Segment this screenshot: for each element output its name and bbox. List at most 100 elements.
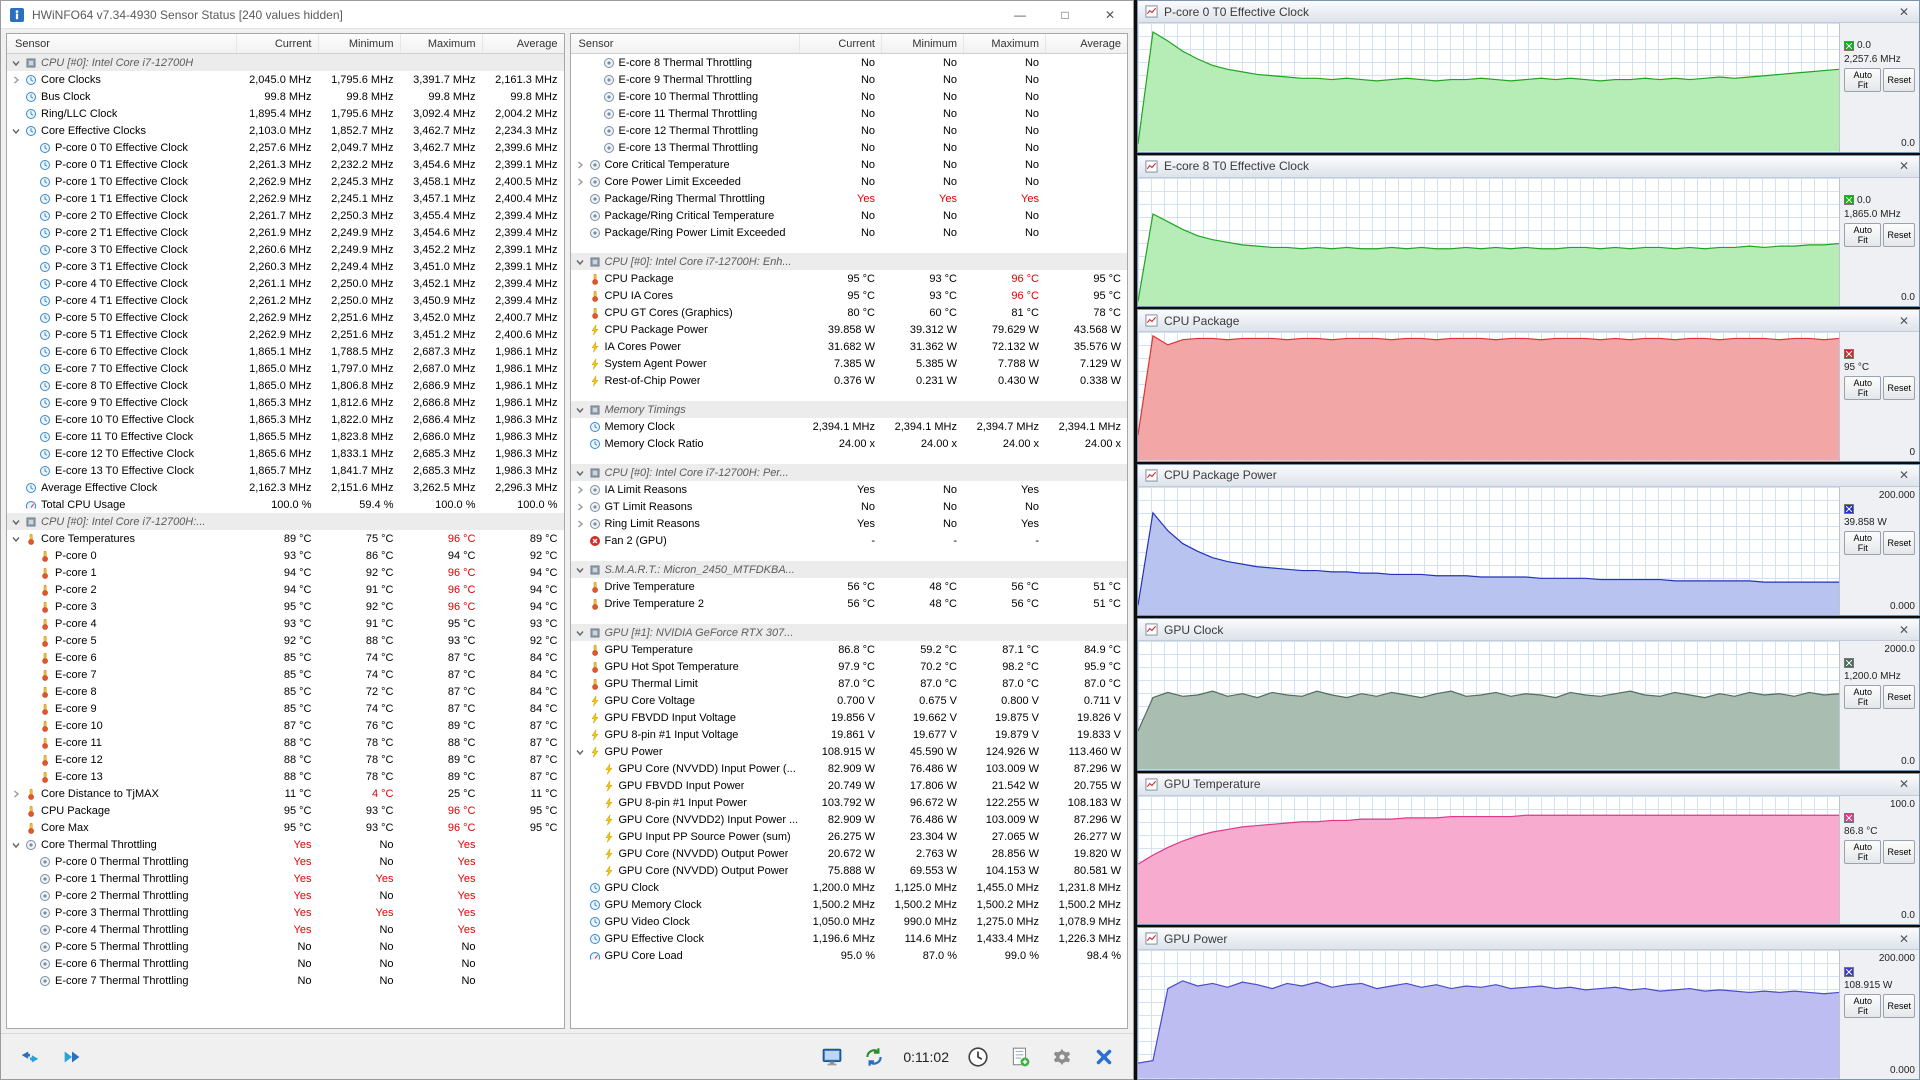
- table-row[interactable]: Package/Ring Thermal ThrottlingYesYesYes: [571, 190, 1128, 207]
- table-row[interactable]: CPU Package95 °C93 °C96 °C95 °C: [571, 270, 1128, 287]
- table-row[interactable]: GPU Hot Spot Temperature97.9 °C70.2 °C98…: [571, 658, 1128, 675]
- column-header-maximum[interactable]: Maximum: [400, 34, 482, 53]
- table-row[interactable]: P-core 3 T0 Effective Clock2,260.6 MHz2,…: [7, 241, 564, 258]
- table-row[interactable]: P-core 2 Thermal ThrottlingYesNoYes: [7, 887, 564, 904]
- table-row[interactable]: E-core 9 T0 Effective Clock1,865.3 MHz1,…: [7, 394, 564, 411]
- series-swatch-checkbox[interactable]: [1844, 658, 1854, 668]
- table-row[interactable]: P-core 1 T1 Effective Clock2,262.9 MHz2,…: [7, 190, 564, 207]
- auto-fit-button[interactable]: Auto Fit: [1844, 685, 1881, 709]
- expand-icon[interactable]: [575, 177, 586, 187]
- auto-fit-button[interactable]: Auto Fit: [1844, 531, 1881, 555]
- column-header-minimum[interactable]: Minimum: [881, 34, 963, 53]
- table-row[interactable]: P-core 4 T0 Effective Clock2,261.1 MHz2,…: [7, 275, 564, 292]
- reset-button[interactable]: Reset: [1883, 685, 1915, 709]
- graph-titlebar[interactable]: CPU Package✕: [1138, 310, 1919, 332]
- collapse-icon[interactable]: [575, 468, 586, 478]
- table-section-row[interactable]: CPU [#0]: Intel Core i7-12700H: [7, 54, 564, 71]
- table-row[interactable]: Ring/LLC Clock1,895.4 MHz1,795.6 MHz3,09…: [7, 105, 564, 122]
- table-row[interactable]: Core Max95 °C93 °C96 °C95 °C: [7, 819, 564, 836]
- table-row[interactable]: GPU Core (NVVDD2) Input Power ...82.909 …: [571, 811, 1128, 828]
- table-row[interactable]: E-core 13 T0 Effective Clock1,865.7 MHz1…: [7, 462, 564, 479]
- table-row[interactable]: P-core 4 Thermal ThrottlingYesNoYes: [7, 921, 564, 938]
- table-row[interactable]: E-core 10 T0 Effective Clock1,865.3 MHz1…: [7, 411, 564, 428]
- table-row[interactable]: Core Clocks2,045.0 MHz1,795.6 MHz3,391.7…: [7, 71, 564, 88]
- graph-close-icon[interactable]: ✕: [1896, 5, 1912, 19]
- table-row[interactable]: Total CPU Usage100.0 %59.4 %100.0 %100.0…: [7, 496, 564, 513]
- table-row[interactable]: Fan 2 (GPU)---: [571, 532, 1128, 549]
- graph-titlebar[interactable]: E-core 8 T0 Effective Clock✕: [1138, 156, 1919, 178]
- window-titlebar[interactable]: HWiNFO64 v7.34-4930 Sensor Status [240 v…: [1, 1, 1133, 29]
- expand-icon[interactable]: [11, 789, 22, 799]
- series-swatch-checkbox[interactable]: [1844, 349, 1854, 359]
- collapse-icon[interactable]: [11, 58, 22, 68]
- settings-gear-button[interactable]: [1045, 1041, 1079, 1073]
- column-header-average[interactable]: Average: [1045, 34, 1127, 53]
- table-row[interactable]: Drive Temperature56 °C48 °C56 °C51 °C: [571, 578, 1128, 595]
- graph-titlebar[interactable]: GPU Clock✕: [1138, 619, 1919, 641]
- table-row[interactable]: GT Limit ReasonsNoNoNo: [571, 498, 1128, 515]
- table-row[interactable]: E-core 10 Thermal ThrottlingNoNoNo: [571, 88, 1128, 105]
- collapse-icon[interactable]: [575, 628, 586, 638]
- table-row[interactable]: E-core 885 °C72 °C87 °C84 °C: [7, 683, 564, 700]
- reset-button[interactable]: Reset: [1883, 376, 1915, 400]
- table-row[interactable]: E-core 11 T0 Effective Clock1,865.5 MHz1…: [7, 428, 564, 445]
- reset-button[interactable]: Reset: [1883, 994, 1915, 1018]
- table-row[interactable]: P-core 3 T1 Effective Clock2,260.3 MHz2,…: [7, 258, 564, 275]
- reset-button[interactable]: Reset: [1883, 223, 1915, 247]
- fast-forward-button[interactable]: [55, 1041, 89, 1073]
- collapse-icon[interactable]: [11, 840, 22, 850]
- table-row[interactable]: GPU FBVDD Input Power20.749 W17.806 W21.…: [571, 777, 1128, 794]
- table-row[interactable]: P-core 294 °C91 °C96 °C94 °C: [7, 581, 564, 598]
- table-row[interactable]: System Agent Power7.385 W5.385 W7.788 W7…: [571, 355, 1128, 372]
- table-row[interactable]: GPU Power108.915 W45.590 W124.926 W113.4…: [571, 743, 1128, 760]
- table-section-row[interactable]: CPU [#0]: Intel Core i7-12700H:...: [7, 513, 564, 530]
- column-header-sensor[interactable]: Sensor: [7, 34, 236, 53]
- collapse-icon[interactable]: [11, 126, 22, 136]
- table-row[interactable]: GPU Input PP Source Power (sum)26.275 W2…: [571, 828, 1128, 845]
- expand-icon[interactable]: [575, 485, 586, 495]
- close-icon[interactable]: ✕: [1091, 2, 1129, 28]
- reset-button[interactable]: Reset: [1883, 68, 1915, 92]
- table-row[interactable]: P-core 5 T0 Effective Clock2,262.9 MHz2,…: [7, 309, 564, 326]
- table-row[interactable]: GPU Clock1,200.0 MHz1,125.0 MHz1,455.0 M…: [571, 879, 1128, 896]
- table-row[interactable]: Package/Ring Critical TemperatureNoNoNo: [571, 207, 1128, 224]
- table-row[interactable]: P-core 5 T1 Effective Clock2,262.9 MHz2,…: [7, 326, 564, 343]
- table-row[interactable]: GPU Core Voltage0.700 V0.675 V0.800 V0.7…: [571, 692, 1128, 709]
- table-row[interactable]: P-core 2 T0 Effective Clock2,261.7 MHz2,…: [7, 207, 564, 224]
- table-row[interactable]: E-core 685 °C74 °C87 °C84 °C: [7, 649, 564, 666]
- graph-titlebar[interactable]: GPU Power✕: [1138, 928, 1919, 950]
- clock-button[interactable]: [961, 1041, 995, 1073]
- column-header-current[interactable]: Current: [799, 34, 881, 53]
- table-row[interactable]: Core Distance to TjMAX11 °C4 °C25 °C11 °…: [7, 785, 564, 802]
- table-row[interactable]: GPU 8-pin #1 Input Voltage19.861 V19.677…: [571, 726, 1128, 743]
- table-row[interactable]: CPU GT Cores (Graphics)80 °C60 °C81 °C78…: [571, 304, 1128, 321]
- monitor-button[interactable]: [815, 1041, 849, 1073]
- table-row[interactable]: P-core 1 Thermal ThrottlingYesYesYes: [7, 870, 564, 887]
- graph-close-icon[interactable]: ✕: [1896, 623, 1912, 637]
- table-row[interactable]: GPU 8-pin #1 Input Power103.792 W96.672 …: [571, 794, 1128, 811]
- table-section-row[interactable]: S.M.A.R.T.: Micron_2450_MTFDKBA...: [571, 561, 1128, 578]
- table-row[interactable]: Core Temperatures89 °C75 °C96 °C89 °C: [7, 530, 564, 547]
- table-row[interactable]: GPU Core (NVVDD) Output Power75.888 W69.…: [571, 862, 1128, 879]
- table-row[interactable]: P-core 4 T1 Effective Clock2,261.2 MHz2,…: [7, 292, 564, 309]
- table-row[interactable]: E-core 12 Thermal ThrottlingNoNoNo: [571, 122, 1128, 139]
- collapse-icon[interactable]: [575, 257, 586, 267]
- table-section-row[interactable]: CPU [#0]: Intel Core i7-12700H: Per...: [571, 464, 1128, 481]
- table-section-row[interactable]: GPU [#1]: NVIDIA GeForce RTX 307...: [571, 624, 1128, 641]
- table-row[interactable]: CPU IA Cores95 °C93 °C96 °C95 °C: [571, 287, 1128, 304]
- table-row[interactable]: E-core 985 °C74 °C87 °C84 °C: [7, 700, 564, 717]
- table-row[interactable]: P-core 493 °C91 °C95 °C93 °C: [7, 615, 564, 632]
- reset-button[interactable]: Reset: [1883, 840, 1915, 864]
- series-swatch-checkbox[interactable]: [1844, 195, 1854, 205]
- table-row[interactable]: P-core 1 T0 Effective Clock2,262.9 MHz2,…: [7, 173, 564, 190]
- table-row[interactable]: CPU Package Power39.858 W39.312 W79.629 …: [571, 321, 1128, 338]
- table-row[interactable]: Core Thermal ThrottlingYesNoYes: [7, 836, 564, 853]
- table-row[interactable]: E-core 6 Thermal ThrottlingNoNoNo: [7, 955, 564, 972]
- swap-arrows-button[interactable]: [13, 1041, 47, 1073]
- table-row[interactable]: GPU Core Load95.0 %87.0 %99.0 %98.4 %: [571, 947, 1128, 964]
- table-row[interactable]: Drive Temperature 256 °C48 °C56 °C51 °C: [571, 595, 1128, 612]
- table-row[interactable]: Core Effective Clocks2,103.0 MHz1,852.7 …: [7, 122, 564, 139]
- table-row[interactable]: E-core 1188 °C78 °C88 °C87 °C: [7, 734, 564, 751]
- graph-titlebar[interactable]: P-core 0 T0 Effective Clock✕: [1138, 1, 1919, 23]
- table-row[interactable]: E-core 8 Thermal ThrottlingNoNoNo: [571, 54, 1128, 71]
